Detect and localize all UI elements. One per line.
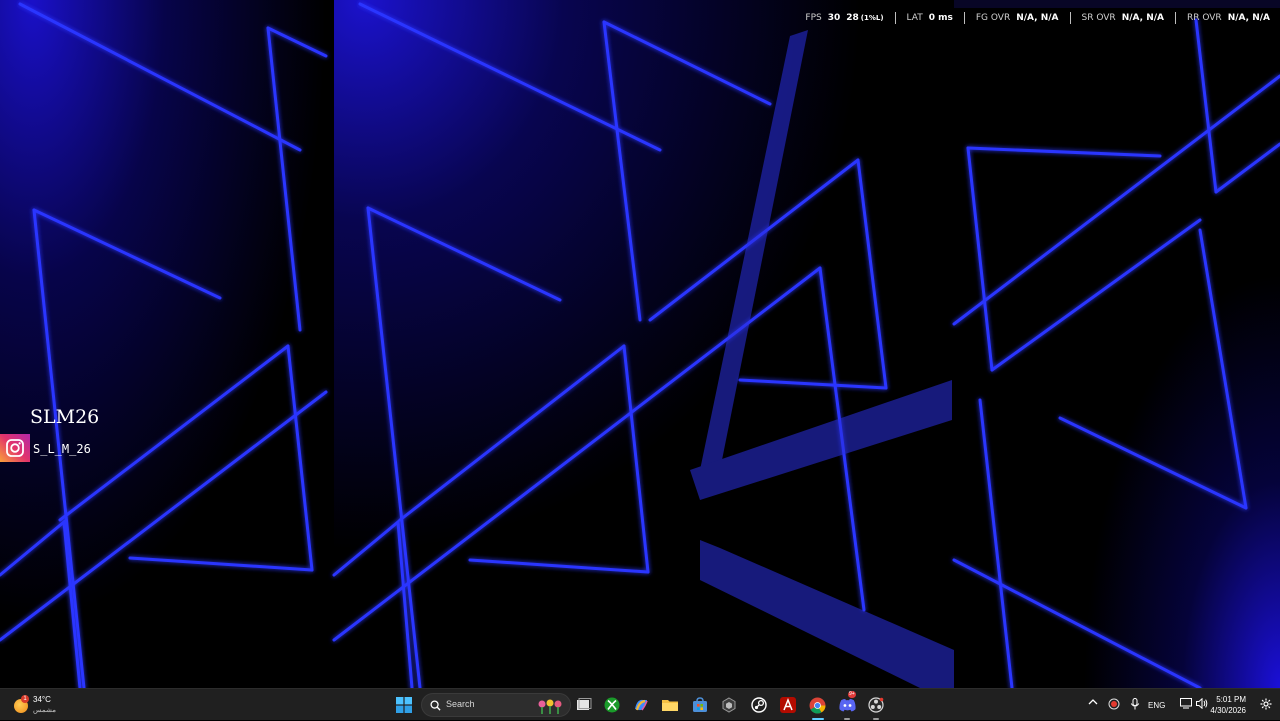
discord-icon[interactable]: 9+ xyxy=(836,691,858,716)
search-icon xyxy=(430,700,441,711)
fg-override-label: FG OVR xyxy=(975,13,1011,23)
app-icon[interactable] xyxy=(718,694,740,716)
fg-override-value: N/A, N/A xyxy=(1016,13,1059,23)
streamer-name: SLM26 xyxy=(30,406,100,428)
task-view-icon[interactable] xyxy=(573,694,595,716)
obs-icon[interactable] xyxy=(865,694,887,716)
fps-low-label: (1%L) xyxy=(860,14,884,22)
sr-override-label: SR OVR xyxy=(1081,13,1116,23)
xbox-icon[interactable] xyxy=(601,694,623,716)
language-indicator[interactable]: ENG xyxy=(1148,701,1165,710)
fps-value: 30 xyxy=(827,13,841,23)
file-explorer-icon[interactable] xyxy=(659,694,681,716)
start-icon[interactable] xyxy=(393,694,415,716)
settings-icon[interactable] xyxy=(1260,698,1272,712)
taskbar: 1 34°C مشمس Search 9+ ENG 5:01 PM 4/30/2… xyxy=(0,688,1280,720)
microphone-icon[interactable] xyxy=(1130,698,1140,712)
clock-date[interactable]: 4/30/2026 xyxy=(1210,706,1246,715)
performance-overlay: FPS 30 28 (1%L) LAT 0 ms FG OVR N/A, N/A… xyxy=(805,9,1270,27)
weather-description: مشمس xyxy=(33,707,56,714)
notification-badge: 1 xyxy=(21,695,29,703)
search-label: Search xyxy=(446,699,475,709)
desktop: FPS 30 28 (1%L) LAT 0 ms FG OVR N/A, N/A… xyxy=(0,0,1280,688)
taskbar-search[interactable]: Search xyxy=(421,693,571,717)
wallpaper-neon-triangles xyxy=(0,0,1280,688)
network-icon[interactable] xyxy=(1180,698,1192,711)
chrome-icon[interactable] xyxy=(806,694,828,716)
clock-time[interactable]: 5:01 PM xyxy=(1216,695,1246,704)
rr-override-value: N/A, N/A xyxy=(1227,13,1270,23)
fps-low-value: 28 xyxy=(846,13,859,23)
fps-label: FPS xyxy=(805,13,822,23)
adobe-icon[interactable] xyxy=(777,694,799,716)
overlay-divider xyxy=(894,12,896,24)
latency-value: 0 ms xyxy=(928,13,953,23)
rr-override-label: RR OVR xyxy=(1186,13,1222,23)
instagram-icon xyxy=(0,434,30,462)
microsoft-store-icon[interactable] xyxy=(689,694,711,716)
weather-temperature: 34°C xyxy=(33,695,51,704)
chevron-up-icon[interactable] xyxy=(1088,698,1098,708)
discord-badge: 9+ xyxy=(848,691,856,698)
copilot-icon[interactable] xyxy=(630,694,652,716)
overlay-divider xyxy=(1069,12,1071,24)
record-icon[interactable] xyxy=(1108,698,1120,712)
overlay-divider xyxy=(1174,12,1176,24)
steam-icon[interactable] xyxy=(748,694,770,716)
overlay-divider xyxy=(963,12,965,24)
weather-widget[interactable]: 1 34°C مشمس xyxy=(12,692,102,718)
sr-override-value: N/A, N/A xyxy=(1121,13,1164,23)
volume-icon[interactable] xyxy=(1196,697,1208,711)
latency-label: LAT xyxy=(906,13,923,23)
system-tray: ENG 5:01 PM 4/30/2026 xyxy=(1080,689,1280,721)
instagram-handle: S_L_M_26 xyxy=(33,442,91,456)
search-highlight-icon xyxy=(538,699,562,714)
